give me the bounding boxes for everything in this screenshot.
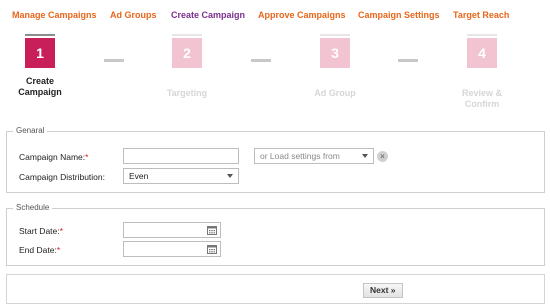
step-label: Create Campaign — [18, 76, 62, 97]
end-date-label: End Date:* — [19, 245, 61, 255]
nav-manage-campaigns[interactable]: Manage Campaigns — [12, 10, 97, 20]
step-label: Ad Group — [314, 88, 356, 98]
campaign-distribution-value: Even — [129, 171, 149, 181]
campaign-distribution-label: Campaign Distribution: — [19, 172, 105, 182]
step-label: Targeting — [166, 88, 208, 98]
nav-approve-campaigns[interactable]: Approve Campaigns — [258, 10, 346, 20]
wizard-step-3: 3 Ad Group — [295, 34, 375, 99]
end-date-input[interactable] — [123, 241, 221, 257]
step-number-box: 3 — [320, 34, 350, 68]
nav-ad-groups[interactable]: Ad Groups — [110, 10, 157, 20]
chevron-down-icon — [227, 174, 233, 178]
step-label: Review & Confirm — [461, 88, 503, 109]
wizard-step-2: 2 Targeting — [147, 34, 227, 99]
wizard-step-4: 4 Review & Confirm — [442, 34, 522, 110]
nav-campaign-settings[interactable]: Campaign Settings — [358, 10, 440, 20]
schedule-fieldset: Schedule Start Date:* End Date:* — [6, 203, 545, 266]
step-connector — [251, 59, 271, 62]
nav-create-campaign[interactable]: Create Campaign — [171, 10, 245, 20]
calendar-icon[interactable] — [207, 226, 217, 235]
load-settings-placeholder: or Load settings from — [260, 151, 340, 161]
step-number-box: 2 — [172, 34, 202, 68]
campaign-name-input[interactable] — [123, 148, 239, 164]
calendar-icon[interactable] — [207, 245, 217, 254]
wizard-step-1: 1 Create Campaign — [0, 34, 80, 98]
load-settings-select[interactable]: or Load settings from — [254, 148, 374, 164]
clear-icon[interactable]: × — [377, 151, 388, 162]
general-fieldset: Genaral Campaign Name:* or Load settings… — [6, 126, 545, 193]
nav-target-reach[interactable]: Target Reach — [453, 10, 509, 20]
step-number-box: 4 — [467, 34, 497, 68]
step-connector — [398, 59, 418, 62]
wizard-steps: 1 Create Campaign 2 Targeting 3 Ad Group… — [0, 34, 550, 114]
schedule-legend: Schedule — [13, 203, 53, 212]
campaign-name-label: Campaign Name:* — [19, 152, 89, 162]
general-legend: Genaral — [13, 126, 48, 135]
step-connector — [104, 59, 124, 62]
chevron-down-icon — [362, 154, 368, 158]
step-number-box: 1 — [25, 34, 55, 68]
top-nav: Manage Campaigns Ad Groups Create Campai… — [0, 0, 550, 30]
next-button[interactable]: Next » — [363, 283, 403, 298]
start-date-label: Start Date:* — [19, 226, 63, 236]
campaign-distribution-select[interactable]: Even — [123, 168, 239, 184]
start-date-input[interactable] — [123, 222, 221, 238]
form-actions-bar: Next » — [6, 274, 545, 304]
